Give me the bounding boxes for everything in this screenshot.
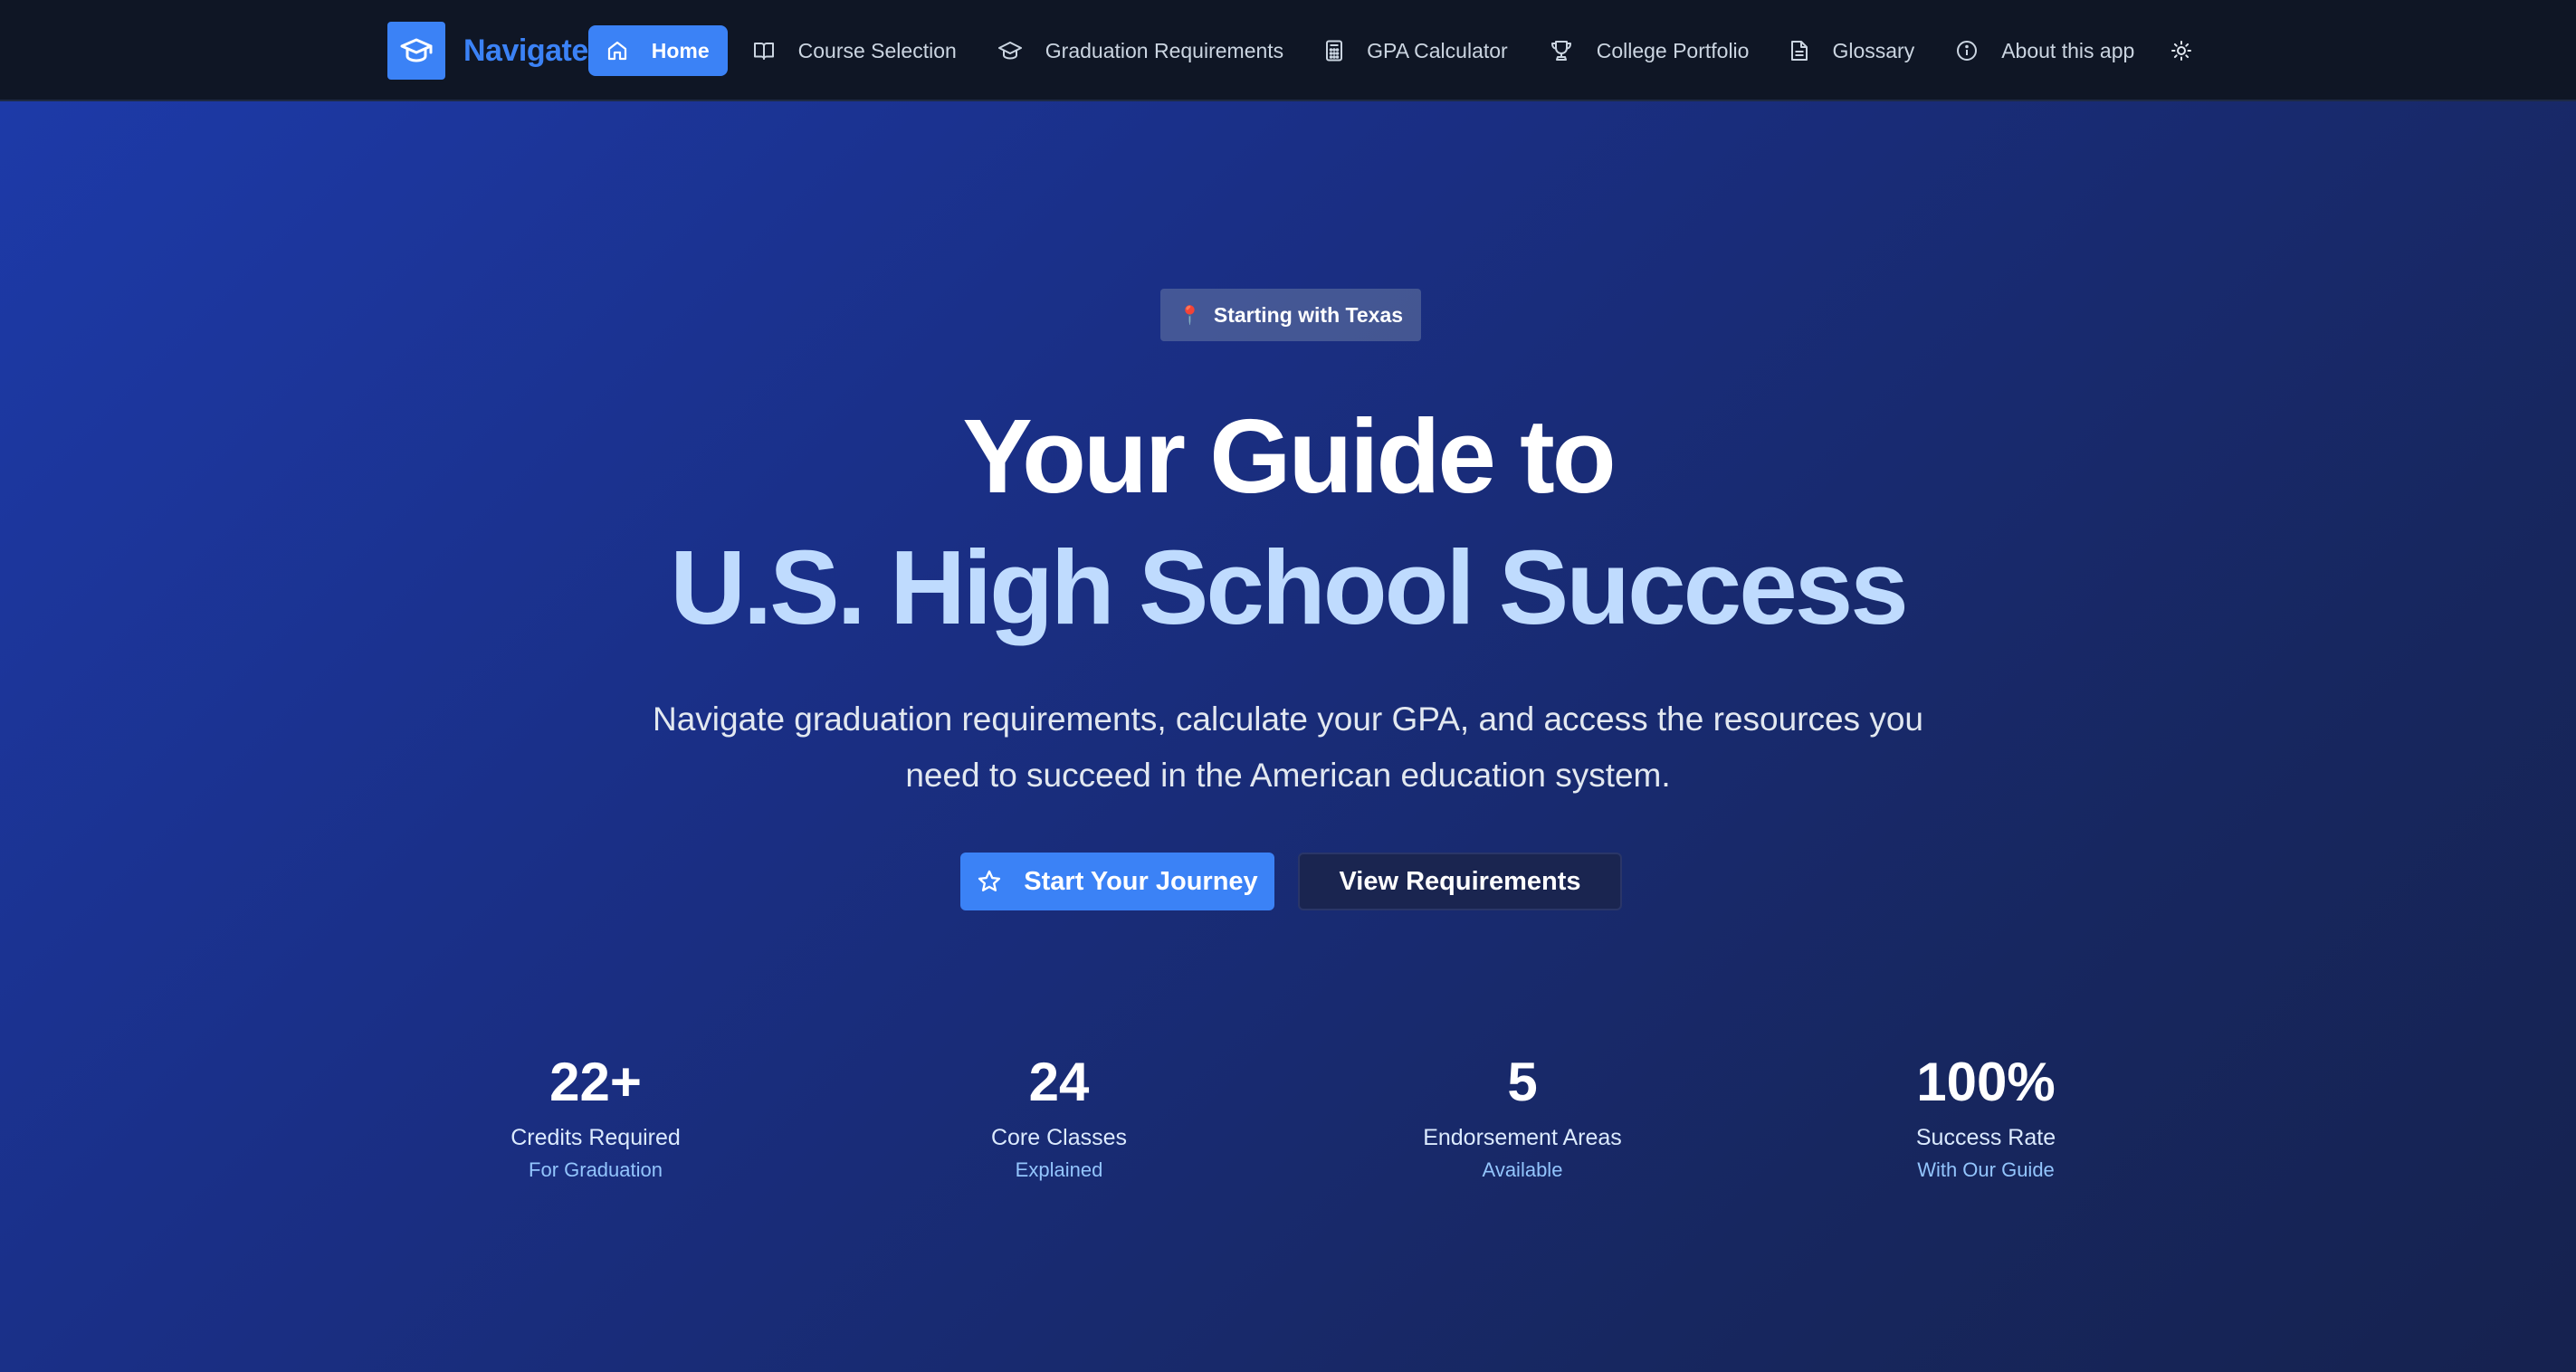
stat-core-classes: 24 Core Classes Explained bbox=[878, 1047, 1240, 1182]
stat-value: 22+ bbox=[549, 1052, 642, 1112]
stat-label: Credits Required bbox=[510, 1125, 681, 1150]
button-label: Start Your Journey bbox=[1024, 866, 1258, 896]
home-icon bbox=[607, 41, 626, 61]
stat-sublabel: For Graduation bbox=[529, 1158, 663, 1181]
navbar-content: Navigate Home Course Selection Graduatio… bbox=[387, 0, 2207, 101]
location-badge: 📍 Starting with Texas bbox=[1160, 289, 1421, 341]
trophy-icon bbox=[1550, 41, 1571, 61]
brand-logo[interactable] bbox=[387, 22, 445, 80]
nav-label: Home bbox=[651, 38, 710, 62]
document-icon bbox=[1791, 41, 1808, 61]
nav-item-glossary[interactable]: Glossary bbox=[1770, 25, 1934, 76]
stat-sublabel: With Our Guide bbox=[1917, 1158, 2055, 1181]
nav-label: About this app bbox=[2001, 38, 2135, 62]
star-icon bbox=[978, 870, 1001, 891]
pin-icon: 📍 bbox=[1178, 305, 1201, 326]
book-icon bbox=[753, 43, 774, 60]
stat-value: 100% bbox=[1916, 1052, 2056, 1112]
graduation-cap-icon bbox=[997, 42, 1022, 60]
stat-label: Endorsement Areas bbox=[1423, 1125, 1622, 1150]
stats-row: 22+ Credits Required For Graduation 24 C… bbox=[0, 1047, 2576, 1228]
theme-toggle-button[interactable] bbox=[2156, 25, 2207, 76]
main-nav: Home Course Selection Graduation Require… bbox=[587, 25, 2208, 76]
nav-label: Course Selection bbox=[797, 38, 957, 62]
nav-item-home[interactable]: Home bbox=[587, 25, 728, 76]
top-navbar: Navigate Home Course Selection Graduatio… bbox=[0, 0, 2576, 101]
stat-value: 24 bbox=[1028, 1052, 1090, 1112]
calculator-icon bbox=[1326, 40, 1343, 62]
stat-success-rate: 100% Success Rate With Our Guide bbox=[1805, 1047, 2167, 1182]
nav-label: GPA Calculator bbox=[1367, 38, 1508, 62]
nav-item-graduation-requirements[interactable]: Graduation Requirements bbox=[978, 25, 1303, 76]
brand-name[interactable]: Navigate bbox=[463, 33, 588, 69]
hero-title-line2: U.S. High School Success bbox=[670, 529, 1908, 646]
hero-subtitle: Navigate graduation requirements, calcul… bbox=[652, 700, 1923, 794]
nav-item-gpa-calculator[interactable]: GPA Calculator bbox=[1305, 25, 1528, 76]
stat-endorsements: 5 Endorsement Areas Available bbox=[1341, 1047, 1703, 1182]
nav-label: Glossary bbox=[1832, 38, 1915, 62]
nav-item-college-portfolio[interactable]: College Portfolio bbox=[1530, 25, 1770, 76]
nav-item-about[interactable]: About this app bbox=[1936, 25, 2154, 76]
stat-credits: 22+ Credits Required For Graduation bbox=[415, 1047, 777, 1182]
sun-icon bbox=[2171, 41, 2192, 61]
cta-buttons: Start Your Journey View Requirements bbox=[960, 853, 1622, 910]
hero-section: 📍 Starting with Texas Your Guide to U.S.… bbox=[0, 101, 2576, 1372]
stat-label: Success Rate bbox=[1915, 1125, 2056, 1150]
info-icon bbox=[1957, 41, 1978, 61]
stat-sublabel: Explained bbox=[1015, 1158, 1103, 1181]
graduation-cap-icon bbox=[400, 38, 433, 62]
nav-item-course-selection[interactable]: Course Selection bbox=[733, 25, 977, 76]
nav-label: College Portfolio bbox=[1596, 38, 1750, 62]
start-journey-button[interactable]: Start Your Journey bbox=[960, 853, 1274, 910]
view-requirements-button[interactable]: View Requirements bbox=[1298, 853, 1622, 910]
nav-label: Graduation Requirements bbox=[1045, 38, 1284, 62]
stat-value: 5 bbox=[1507, 1052, 1538, 1112]
hero-title-line1: Your Guide to bbox=[962, 397, 1616, 515]
stat-label: Core Classes bbox=[990, 1125, 1128, 1150]
badge-label: Starting with Texas bbox=[1213, 302, 1404, 327]
button-label: View Requirements bbox=[1339, 866, 1581, 896]
stat-sublabel: Available bbox=[1482, 1158, 1563, 1181]
